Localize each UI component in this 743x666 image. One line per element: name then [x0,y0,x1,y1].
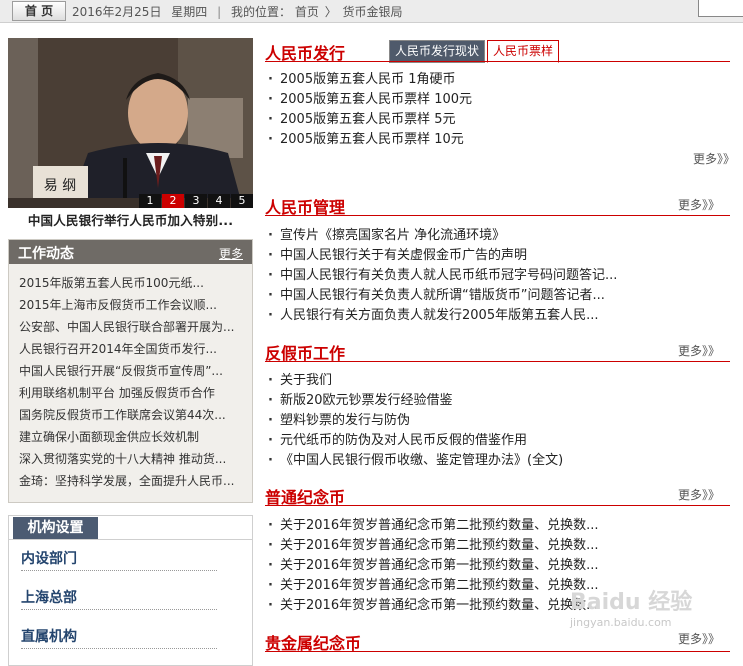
slide-indicators: 1 2 3 4 5 [138,194,253,208]
breadcrumb-separator-icon: 〉 [324,5,337,19]
divider [9,539,252,540]
list-item[interactable]: 关于2016年贺岁普通纪念币第二批预约数量、兑换数... [268,536,598,556]
tab-issuance-status[interactable]: 人民币发行现状 [389,40,486,63]
breadcrumb-home-link[interactable]: 首页 [295,5,319,19]
work-news-header: 工作动态 更多 [9,240,252,264]
slide-dot-1[interactable]: 1 [139,194,161,208]
work-news-panel: 工作动态 更多 2015年版第五套人民币100元纸... 2015年上海市反假货… [8,239,253,503]
org-structure-panel: 机构设置 内设部门 上海总部 直属机构 [8,515,253,666]
anticounterfeit-more-link[interactable]: 更多》》 [678,342,720,359]
feature-slideshow: 易 纲 1 2 3 4 5 中国人民银行举行人民币加入特别... [8,38,253,234]
list-item[interactable]: 利用联络机制平台 加强反假货币合作 [19,382,241,404]
watermark-text: Baidu 经验 [570,590,693,615]
location-label: 我的位置： [231,5,292,19]
feature-caption-link[interactable]: 中国人民银行举行人民币加入特别... [8,210,253,230]
org-item-shanghai-hq[interactable]: 上海总部 [21,587,217,610]
divider: | [217,5,222,19]
section-precious-metal: 贵金属纪念币 更多》》 [265,630,730,666]
list-item[interactable]: 中国人民银行有关负责人就人民币纸币冠字号码问题答记... [268,266,617,286]
list-item[interactable]: 金琦：坚持科学发展，全面提升人民币... [19,470,241,492]
commemorative-more-link[interactable]: 更多》》 [678,486,720,503]
slide-dot-4[interactable]: 4 [208,194,230,208]
list-item[interactable]: 关于我们 [268,371,563,391]
list-item[interactable]: 建立确保小面额现金供应长效机制 [19,426,241,448]
org-structure-title: 机构设置 [13,517,98,539]
slide-dot-2[interactable]: 2 [162,194,184,208]
list-item[interactable]: 关于2016年贺岁普通纪念币第一批预约数量、兑换数... [268,596,598,616]
tab-banknote-samples[interactable]: 人民币票样 [487,40,560,63]
list-item[interactable]: 关于2016年贺岁普通纪念币第二批预约数量、兑换数... [268,516,598,536]
list-item[interactable]: 2005版第五套人民币票样 10元 [268,130,472,150]
slide-dot-5[interactable]: 5 [231,194,253,208]
list-item[interactable]: 关于2016年贺岁普通纪念币第二批预约数量、兑换数... [268,576,598,596]
divider [265,215,730,216]
list-item[interactable]: 宣传片《擦亮国家名片 净化流通环境》 [268,226,617,246]
divider [265,61,730,62]
list-item[interactable]: 人民银行有关方面负责人就发行2005年版第五套人民... [268,306,617,326]
divider [265,361,730,362]
watermark-url: jingyan.baidu.com [570,616,672,629]
work-news-list: 2015年版第五套人民币100元纸... 2015年上海市反假货币工作会议顺..… [9,272,252,492]
issuance-list: 2005版第五套人民币 1角硬币 2005版第五套人民币票样 100元 2005… [268,70,472,150]
list-item[interactable]: 深入贯彻落实党的十八大精神 推动货... [19,448,241,470]
divider [265,651,730,652]
issuance-more-link[interactable]: 更多》》 [693,150,735,167]
precious-more-link[interactable]: 更多》》 [678,630,720,647]
org-item-internal-departments[interactable]: 内设部门 [21,548,217,571]
breadcrumb: 2016年2月25日 星期四 | 我的位置： 首页 〉 货币金银局 [72,3,403,20]
list-item[interactable]: 公安部、中国人民银行联合部署开展为... [19,316,241,338]
list-item[interactable]: 中国人民银行关于有关虚假金币广告的声明 [268,246,617,266]
baidu-watermark: Baidu 经验 jingyan.baidu.com [570,584,692,629]
section-anticounterfeit: 反假币工作 更多》》 关于我们 新版20欧元钞票发行经验借鉴 塑料钞票的发行与防… [265,340,730,475]
nameplate-text: 易 纲 [44,178,76,194]
section-management: 人民币管理 更多》》 宣传片《擦亮国家名片 净化流通环境》 中国人民银行关于有关… [265,194,730,329]
list-item[interactable]: 2005版第五套人民币票样 100元 [268,90,472,110]
home-button[interactable]: 首 页 [12,1,66,21]
work-news-title: 工作动态 [18,246,74,262]
top-bar: 首 页 2016年2月25日 星期四 | 我的位置： 首页 〉 货币金银局 [0,0,743,23]
divider [265,505,730,506]
org-item-affiliated[interactable]: 直属机构 [21,626,217,649]
list-item[interactable]: 塑料钞票的发行与防伪 [268,411,563,431]
current-date: 2016年2月25日 [72,5,162,19]
management-list: 宣传片《擦亮国家名片 净化流通环境》 中国人民银行关于有关虚假金币广告的声明 中… [268,226,617,326]
list-item[interactable]: 2005版第五套人民币票样 5元 [268,110,472,130]
slide-dot-3[interactable]: 3 [185,194,207,208]
speaker-photo-illustration: 易 纲 [8,38,253,208]
list-item[interactable]: 元代纸币的防伪及对人民币反假的借鉴作用 [268,431,563,451]
list-item[interactable]: 关于2016年贺岁普通纪念币第一批预约数量、兑换数... [268,556,598,576]
list-item[interactable]: 中国人民银行有关负责人就所谓“错版货币”问题答记者... [268,286,617,306]
current-weekday: 星期四 [171,5,208,19]
search-box[interactable] [698,0,743,17]
list-item[interactable]: 国务院反假货币工作联席会议第44次... [19,404,241,426]
work-news-more-link[interactable]: 更多 [219,245,243,262]
feature-photo[interactable]: 易 纲 1 2 3 4 5 [8,38,253,208]
list-item[interactable]: 新版20欧元钞票发行经验借鉴 [268,391,563,411]
list-item[interactable]: 中国人民银行开展“反假货币宣传周”... [19,360,241,382]
breadcrumb-current: 货币金银局 [342,5,403,19]
section-issuance: 人民币发行 人民币发行现状 人民币票样 2005版第五套人民币 1角硬币 200… [265,40,735,166]
anticounterfeit-list: 关于我们 新版20欧元钞票发行经验借鉴 塑料钞票的发行与防伪 元代纸币的防伪及对… [268,371,563,471]
commemorative-list: 关于2016年贺岁普通纪念币第二批预约数量、兑换数... 关于2016年贺岁普通… [268,516,598,616]
list-item[interactable]: 人民银行召开2014年全国货币发行... [19,338,241,360]
management-more-link[interactable]: 更多》》 [678,196,720,213]
list-item[interactable]: 《中国人民银行假币收缴、鉴定管理办法》(全文) [268,451,563,471]
issuance-tabs: 人民币发行现状 人民币票样 [389,40,561,63]
list-item[interactable]: 2015年上海市反假货币工作会议顺... [19,294,241,316]
list-item[interactable]: 2005版第五套人民币 1角硬币 [268,70,472,90]
list-item[interactable]: 2015年版第五套人民币100元纸... [19,272,241,294]
